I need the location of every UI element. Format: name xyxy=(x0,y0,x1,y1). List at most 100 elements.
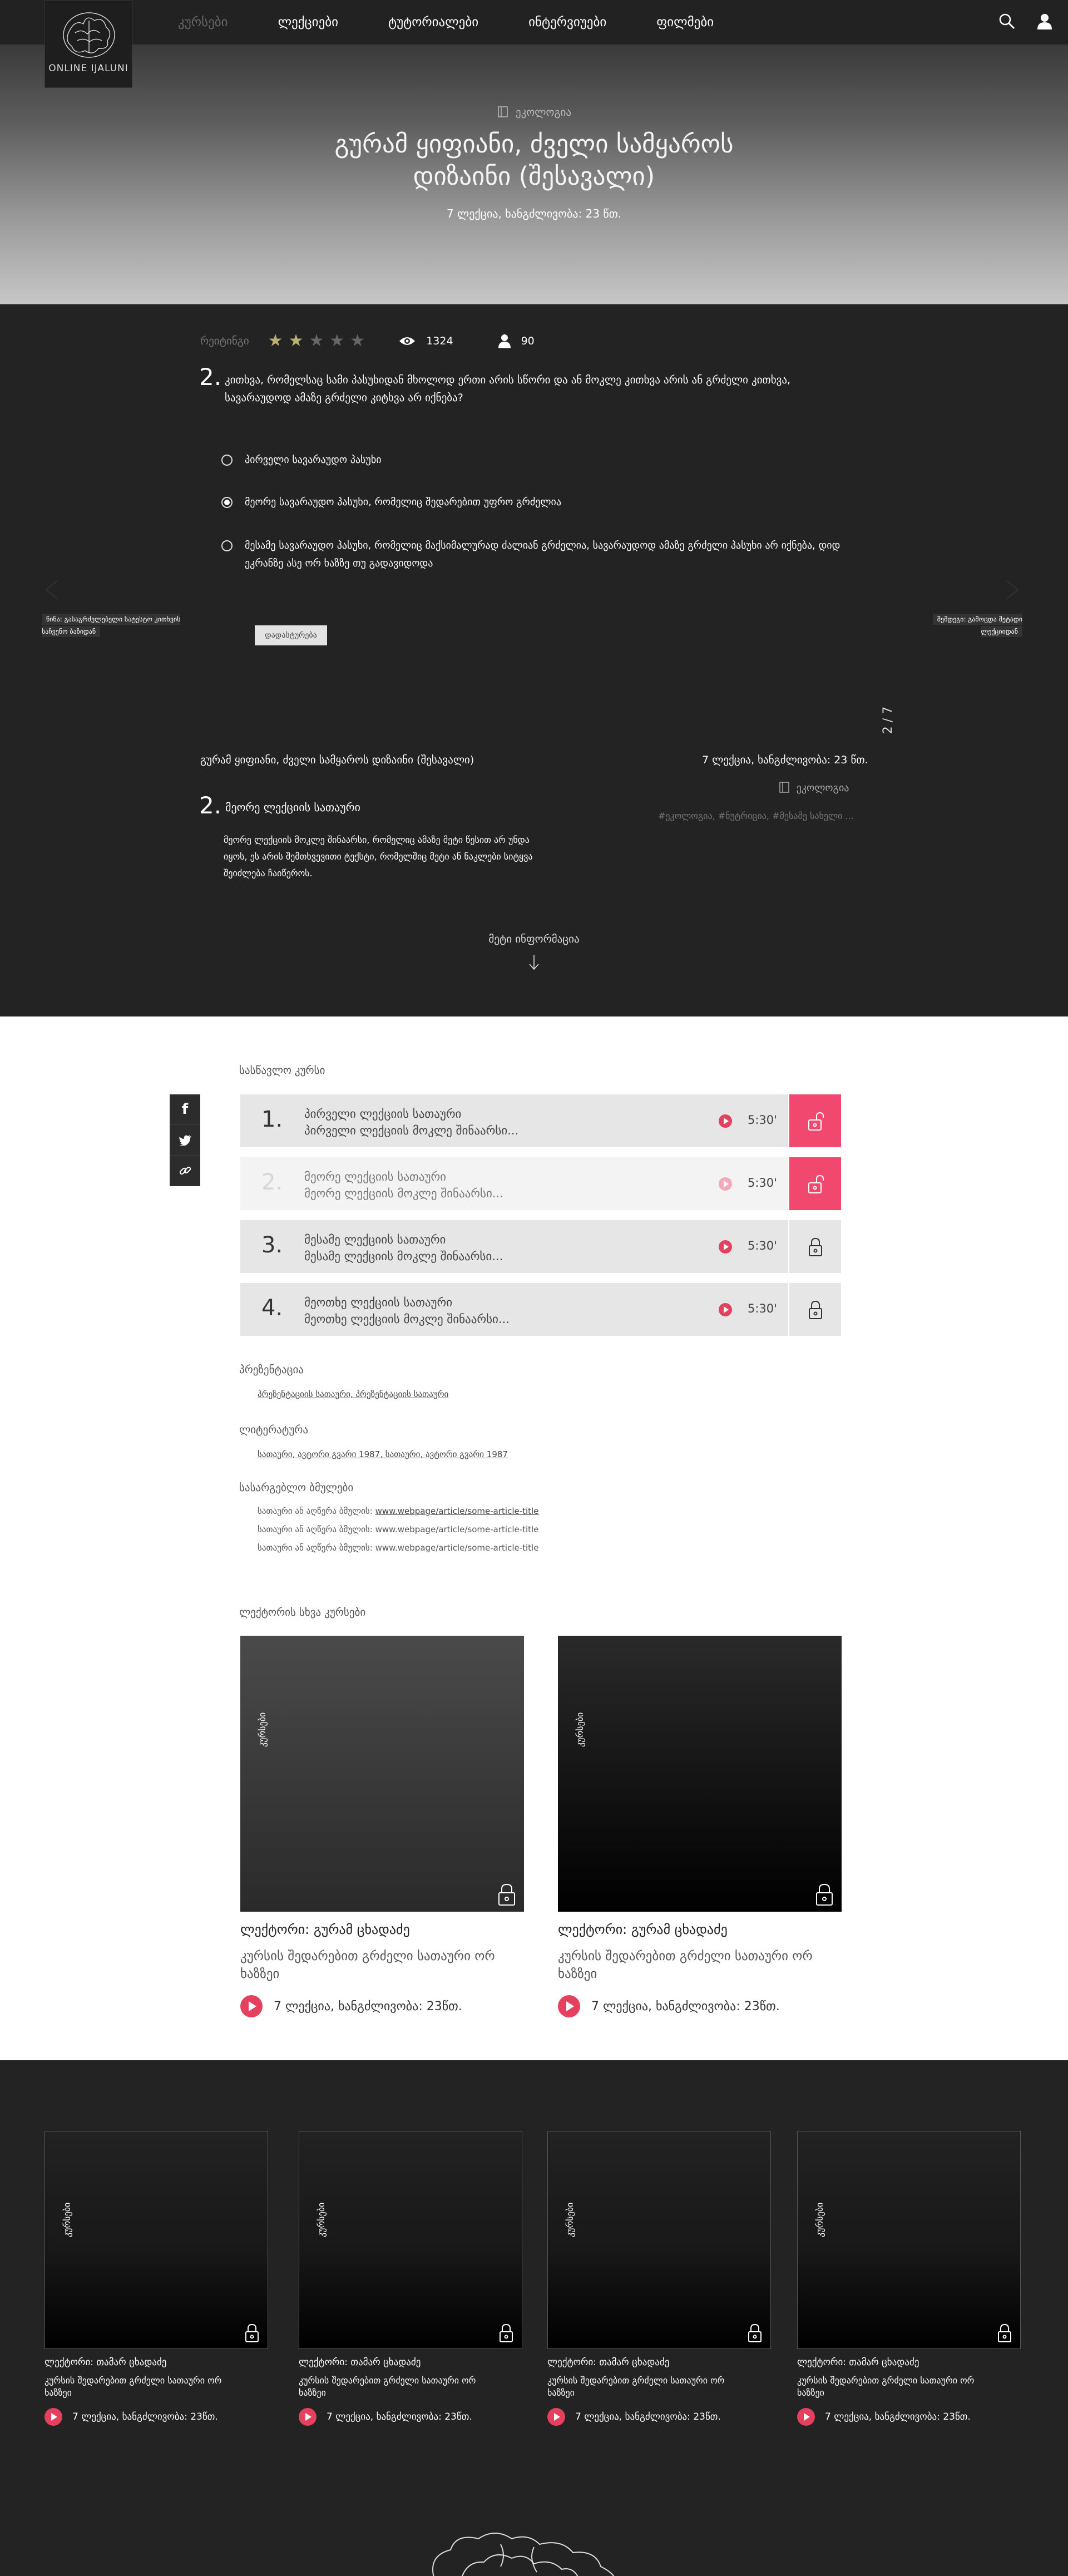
course-thumbnail[interactable]: კურსები xyxy=(558,1636,842,1912)
lecture-row[interactable]: 2. მეორე ლექციის სათაური მეორე ლექციის მ… xyxy=(240,1157,841,1210)
play-icon[interactable] xyxy=(44,2408,62,2426)
course-card[interactable]: კურსები ლექტორი: გურამ ცხადაძე კურსის შე… xyxy=(558,1636,842,2017)
lock-icon xyxy=(748,2323,762,2342)
play-icon[interactable] xyxy=(719,1240,732,1254)
play-icon[interactable] xyxy=(299,2408,317,2426)
card-title[interactable]: კურსის შედარებით გრძელი სათაური ორ ხაზზე… xyxy=(240,1947,496,1983)
presentation-items[interactable]: პრეზენტაციის სათაური, პრეზენტაციის სათაუ… xyxy=(258,1389,448,1399)
search-icon[interactable] xyxy=(998,12,1016,30)
play-icon[interactable] xyxy=(719,1177,732,1191)
radio-button[interactable] xyxy=(221,540,233,551)
play-icon[interactable] xyxy=(719,1303,732,1316)
lock-button[interactable] xyxy=(788,1220,841,1273)
arrow-right-icon[interactable] xyxy=(1000,579,1022,601)
hero-banner: ეკოლოგია გურამ ყიფიანი, ძველი სამყაროს დ… xyxy=(0,45,1068,304)
category-label: ეკოლოგია xyxy=(796,782,849,794)
submit-button[interactable]: დადასტურება xyxy=(255,625,327,645)
next-lecture-title[interactable]: მეორე ლექციის სათაური xyxy=(225,801,360,814)
literature-items[interactable]: სათაური, ავტორი გვარი 1987, სათაური, ავტ… xyxy=(258,1449,508,1459)
link-url[interactable]: www.webpage/article/some-article-title xyxy=(375,1524,539,1534)
unlock-button[interactable] xyxy=(788,1094,841,1147)
course-card[interactable]: კურსები ლექტორი: გურამ ცხადაძე კურსის შე… xyxy=(240,1636,524,2017)
useful-links-title: სასარგებლო ბმულები xyxy=(239,1482,354,1494)
user-icon[interactable] xyxy=(1036,12,1054,30)
lecture-number: 2. xyxy=(261,1169,283,1195)
arrow-down-icon[interactable] xyxy=(527,954,541,971)
course-card[interactable]: კურსები ლექტორი: თამარ ცხადაძე კურსის შე… xyxy=(797,2131,1021,2426)
next-label: შემდეგი: გამოცდა მეტადი ლექციიდან xyxy=(932,614,1022,637)
arrow-left-icon[interactable] xyxy=(42,579,64,601)
hero-category[interactable]: ეკოლოგია xyxy=(0,106,1068,119)
prev-label: წინა: გასაგრძელებელი სატესტო კითხვის საჩ… xyxy=(42,614,181,637)
card-meta: 7 ლექცია, ხანგძლივობა: 23წთ. xyxy=(240,1995,524,2017)
course-thumbnail[interactable]: კურსები xyxy=(44,2131,268,2349)
nav-films[interactable]: ფილმები xyxy=(656,15,714,29)
card-title[interactable]: კურსის შედარებით გრძელი სათაური ორ ხაზზე… xyxy=(299,2375,499,2399)
lecture-number: 1. xyxy=(261,1107,283,1132)
card-meta-text: 7 ლექცია, ხანგძლივობა: 23წთ. xyxy=(274,1999,462,2014)
more-info-link[interactable]: მეტი ინფორმაცია xyxy=(0,933,1068,945)
useful-link: სათაური ან აღწერა ბმულის: www.webpage/ar… xyxy=(258,1506,538,1516)
card-title[interactable]: კურსის შედარებით გრძელი სათაური ორ ხაზზე… xyxy=(547,2375,748,2399)
answer-option[interactable]: პირველი სავარაუდო პასუხი xyxy=(221,451,889,469)
nav-interviews[interactable]: ინტერვიუები xyxy=(528,15,606,29)
next-lecture-category[interactable]: ეკოლოგია xyxy=(779,781,849,794)
card-meta: 7 ლექცია, ხანგძლივობა: 23წთ. xyxy=(558,1995,842,2017)
link-label: სათაური ან აღწერა ბმულის: xyxy=(258,1506,373,1516)
play-icon[interactable] xyxy=(547,2408,565,2426)
unlock-button[interactable] xyxy=(788,1157,841,1210)
next-lecture-course[interactable]: გურამ ყიფიანი, ძველი სამყაროს დიზაინი (შ… xyxy=(200,754,474,766)
link-label: სათაური ან აღწერა ბმულის: xyxy=(258,1543,373,1553)
card-meta: 7 ლექცია, ხანგძლივობა: 23წთ. xyxy=(44,2408,268,2426)
nav-tutorials[interactable]: ტუტორიალები xyxy=(388,15,478,29)
twitter-icon[interactable] xyxy=(170,1125,200,1156)
hero-category-label: ეკოლოგია xyxy=(516,106,571,119)
card-tag: კურსები xyxy=(316,2202,327,2237)
presentation-links[interactable]: პრეზენტაციის სათაური, პრეზენტაციის სათაუ… xyxy=(258,1389,448,1399)
course-thumbnail[interactable]: კურსები xyxy=(299,2131,522,2349)
star-icon[interactable]: ★ xyxy=(309,331,324,351)
answer-option[interactable]: მეორე სავარაუდო პასუხი, რომელიც შედარები… xyxy=(221,494,889,511)
lecture-row[interactable]: 3. მესამე ლექციის სათაური მესამე ლექციის… xyxy=(240,1220,841,1273)
radio-button[interactable] xyxy=(221,497,233,508)
question-pager: 2 / 7 xyxy=(881,706,896,734)
answer-option[interactable]: მესამე სავარაუდო პასუხი, რომელიც მაქსიმა… xyxy=(221,537,889,573)
radio-button[interactable] xyxy=(221,455,233,466)
literature-links[interactable]: სათაური, ავტორი გვარი 1987, სათაური, ავტ… xyxy=(258,1449,508,1459)
course-card[interactable]: კურსები ლექტორი: თამარ ცხადაძე კურსის შე… xyxy=(299,2131,522,2426)
next-lecture-tags[interactable]: #ეკოლოგია, #ნუტრიცია, #მესამე სახელი ... xyxy=(658,811,854,821)
literature-title: ლიტერატურა xyxy=(239,1424,309,1436)
lock-button[interactable] xyxy=(788,1283,841,1336)
nav-lectures[interactable]: ლექციები xyxy=(278,15,339,29)
course-thumbnail[interactable]: კურსები xyxy=(797,2131,1021,2349)
course-thumbnail[interactable]: კურსები xyxy=(547,2131,771,2349)
card-title[interactable]: კურსის შედარებით გრძელი სათაური ორ ხაზზე… xyxy=(797,2375,997,2399)
link-url[interactable]: www.webpage/article/some-article-title xyxy=(375,1506,539,1516)
logo[interactable]: ONLINE IJALUNI xyxy=(44,0,132,88)
lecture-row[interactable]: 4. მეოთხე ლექციის სათაური მეოთხე ლექციის… xyxy=(240,1283,841,1336)
lecture-row[interactable]: 1. პირველი ლექციის სათაური პირველი ლექცი… xyxy=(240,1094,841,1147)
nav-courses[interactable]: კურსები xyxy=(178,15,228,29)
course-thumbnail[interactable]: კურსები xyxy=(240,1636,524,1912)
users-count: 90 xyxy=(521,334,535,347)
course-card[interactable]: კურსები ლექტორი: თამარ ცხადაძე კურსის შე… xyxy=(44,2131,268,2426)
star-icon[interactable]: ★ xyxy=(268,331,283,351)
star-icon[interactable]: ★ xyxy=(350,331,365,351)
play-icon[interactable] xyxy=(558,1995,580,2017)
main-nav: კურსები ლექციები ტუტორიალები ინტერვიუები… xyxy=(178,0,764,45)
star-icon[interactable]: ★ xyxy=(289,331,304,351)
course-card[interactable]: კურსები ლექტორი: თამარ ცხადაძე კურსის შე… xyxy=(547,2131,771,2426)
card-title[interactable]: კურსის შედარებით გრძელი სათაური ორ ხაზზე… xyxy=(44,2375,245,2399)
play-icon[interactable] xyxy=(797,2408,815,2426)
star-icon[interactable]: ★ xyxy=(329,331,344,351)
lecture-duration: 5:30' xyxy=(748,1302,777,1315)
card-title[interactable]: კურსის შედარებით გრძელი სათაური ორ ხაზზე… xyxy=(558,1947,814,1983)
link-icon[interactable] xyxy=(170,1156,200,1186)
next-question-link[interactable]: შემდეგი: გამოცდა მეტადი ლექციიდან xyxy=(917,580,1022,638)
card-tag: კურსები xyxy=(814,2202,825,2237)
play-icon[interactable] xyxy=(719,1114,732,1128)
link-url[interactable]: www.webpage/article/some-article-title xyxy=(375,1543,539,1553)
prev-question-link[interactable]: წინა: გასაგრძელებელი სატესტო კითხვის საჩ… xyxy=(42,580,200,638)
facebook-icon[interactable]: f xyxy=(170,1094,200,1125)
play-icon[interactable] xyxy=(240,1995,263,2017)
